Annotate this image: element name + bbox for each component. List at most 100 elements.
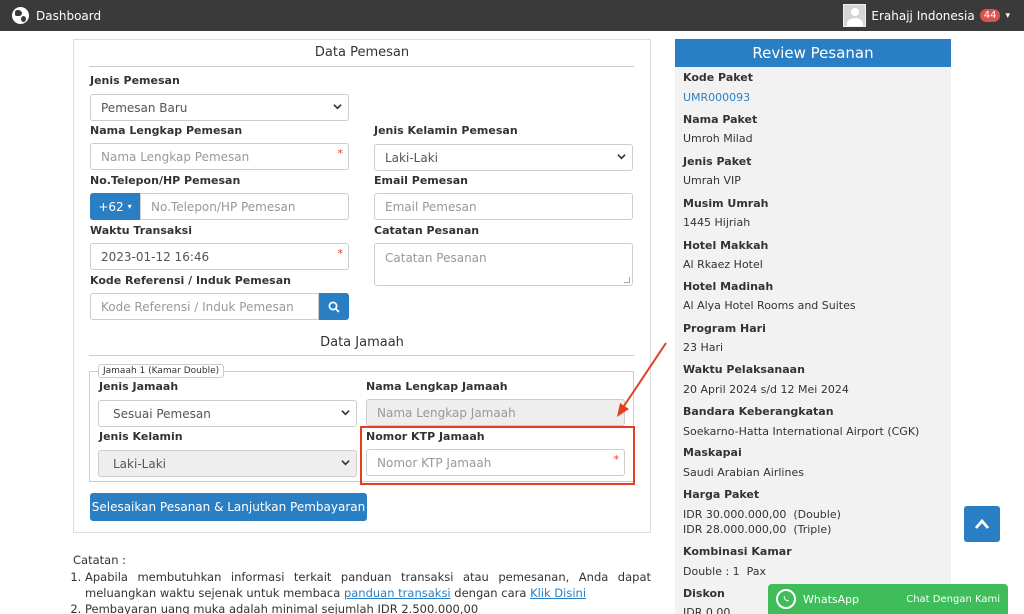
note-item-1: Apabila membutuhkan informasi terkait pa…	[85, 569, 651, 601]
maskapai-label: Maskapai	[683, 446, 742, 459]
review-panel: Review Pesanan Kode Paket UMR000093 Nama…	[675, 39, 951, 614]
hotel-madinah-value: Al Alya Hotel Rooms and Suites	[683, 299, 856, 312]
nomor-ktp-input[interactable]: Nomor KTP Jamaah *	[366, 449, 625, 476]
jenis-paket-label: Jenis Paket	[683, 155, 752, 168]
avatar	[843, 4, 867, 27]
program-hari-label: Program Hari	[683, 322, 766, 335]
maskapai-value: Saudi Arabian Airlines	[683, 466, 804, 479]
chevron-down-icon	[341, 460, 350, 466]
jenis-jamaah-value: Sesuai Pemesan	[113, 406, 211, 421]
waktu-pelaksanaan-value: 20 April 2024 s/d 12 Mei 2024	[683, 383, 849, 396]
globe-icon	[12, 7, 29, 24]
note-2-text: Pembayaran uang muka adalah minimal seju…	[85, 602, 479, 614]
jenis-pemesan-value: Pemesan Baru	[101, 100, 188, 115]
jenis-kelamin-pemesan-select[interactable]: Laki-Laki	[374, 144, 633, 171]
user-menu[interactable]: Erahajj Indonesia 44 ▾	[843, 4, 1010, 27]
nama-lengkap-jamaah-input[interactable]: Nama Lengkap Jamaah	[366, 399, 625, 426]
jenis-kelamin-pemesan-label: Jenis Kelamin Pemesan	[374, 124, 518, 137]
jenis-kelamin-jamaah-select[interactable]: Laki-Laki	[98, 450, 357, 477]
waktu-transaksi-value: 2023-01-12 16:46	[101, 249, 210, 264]
notes-section: Catatan : Apabila membutuhkan informasi …	[73, 552, 651, 614]
hotel-makkah-label: Hotel Makkah	[683, 239, 769, 252]
harga-double-value: IDR 30.000.000,00 (Double)	[683, 508, 841, 521]
musim-umrah-label: Musim Umrah	[683, 197, 769, 210]
nama-lengkap-pemesan-input[interactable]: Nama Lengkap Pemesan *	[90, 143, 349, 170]
telepon-label: No.Telepon/HP Pemesan	[90, 174, 241, 187]
search-icon	[328, 301, 340, 313]
chat-dengan-kami-label: Chat Dengan Kami	[906, 593, 1000, 605]
resize-handle-icon	[624, 277, 630, 283]
whatsapp-chat-bar[interactable]: WhatsApp Chat Dengan Kami	[768, 584, 1008, 614]
email-label: Email Pemesan	[374, 174, 469, 187]
placeholder: No.Telepon/HP Pemesan	[151, 199, 296, 214]
search-button[interactable]	[319, 293, 349, 320]
nama-lengkap-jamaah-label: Nama Lengkap Jamaah	[366, 380, 508, 393]
jenis-kelamin-jamaah-label: Jenis Kelamin	[99, 430, 183, 443]
bandara-label: Bandara Keberangkatan	[683, 405, 834, 418]
country-code: +62	[98, 199, 124, 214]
dashboard-link[interactable]: Dashboard	[12, 7, 101, 24]
catatan-pesanan-label: Catatan Pesanan	[374, 224, 480, 237]
country-code-button[interactable]: +62 ▾	[90, 193, 140, 220]
top-bar: Dashboard Erahajj Indonesia 44 ▾	[0, 0, 1024, 31]
klik-disini-link[interactable]: Klik Disini	[530, 586, 586, 600]
email-input[interactable]: Email Pemesan	[374, 193, 633, 220]
chevron-up-icon	[974, 518, 990, 529]
chevron-down-icon	[617, 154, 626, 160]
catatan-pesanan-textarea[interactable]: Catatan Pesanan	[374, 243, 633, 286]
waktu-pelaksanaan-label: Waktu Pelaksanaan	[683, 363, 805, 376]
kombinasi-kamar-label: Kombinasi Kamar	[683, 545, 792, 558]
kode-paket-link[interactable]: UMR000093	[683, 91, 750, 104]
kode-referensi-label: Kode Referensi / Induk Pemesan	[90, 274, 291, 287]
divider	[89, 66, 634, 67]
note-1-mid: dengan cara	[454, 586, 527, 600]
hotel-madinah-label: Hotel Madinah	[683, 280, 774, 293]
placeholder: Nomor KTP Jamaah	[377, 455, 492, 470]
diskon-label: Diskon	[683, 587, 725, 600]
jenis-paket-value: Umrah VIP	[683, 174, 741, 187]
jenis-pemesan-label: Jenis Pemesan	[90, 74, 180, 87]
kode-referensi-input[interactable]: Kode Referensi / Induk Pemesan	[90, 293, 319, 320]
data-pemesan-title: Data Pemesan	[314, 45, 410, 60]
program-hari-value: 23 Hari	[683, 341, 724, 354]
diskon-value: IDR 0,00	[683, 606, 731, 614]
caret-down-icon: ▾	[127, 202, 132, 211]
chevron-down-icon	[333, 104, 342, 110]
harga-paket-label: Harga Paket	[683, 488, 760, 501]
jamaah-legend: Jamaah 1 (Kamar Double)	[98, 364, 225, 378]
panduan-transaksi-link[interactable]: panduan transaksi	[344, 586, 451, 600]
required-marker: *	[337, 247, 344, 260]
data-jamaah-title: Data Jamaah	[320, 335, 404, 350]
whatsapp-icon	[776, 589, 796, 609]
jenis-kelamin-value: Laki-Laki	[385, 150, 438, 165]
kombinasi-kamar-value: Double : 1 Pax	[683, 565, 767, 578]
telepon-input[interactable]: No.Telepon/HP Pemesan	[140, 193, 349, 220]
jenis-pemesan-select[interactable]: Pemesan Baru	[90, 94, 349, 121]
chevron-down-icon	[341, 410, 350, 416]
required-marker: *	[337, 147, 344, 160]
note-item-2: Pembayaran uang muka adalah minimal seju…	[85, 601, 651, 614]
jenis-jamaah-label: Jenis Jamaah	[99, 380, 179, 393]
chevron-down-icon: ▾	[1005, 10, 1010, 21]
jenis-jamaah-select[interactable]: Sesuai Pemesan	[98, 400, 357, 427]
kode-paket-label: Kode Paket	[683, 71, 753, 84]
nama-paket-label: Nama Paket	[683, 113, 758, 126]
required-marker: *	[613, 453, 620, 466]
dashboard-title: Dashboard	[36, 8, 102, 23]
scroll-to-top-button[interactable]	[964, 506, 1000, 542]
submit-order-button[interactable]: Selesaikan Pesanan & Lanjutkan Pembayara…	[90, 493, 367, 521]
nama-lengkap-pemesan-label: Nama Lengkap Pemesan	[90, 124, 243, 137]
placeholder: Kode Referensi / Induk Pemesan	[101, 299, 294, 314]
jenis-kelamin-jamaah-value: Laki-Laki	[113, 456, 166, 471]
placeholder: Catatan Pesanan	[385, 251, 487, 265]
annotation-arrow-icon	[617, 342, 667, 417]
nama-paket-value: Umroh Milad	[683, 132, 753, 145]
notification-badge: 44	[979, 9, 1001, 22]
notes-heading: Catatan :	[73, 553, 127, 567]
whatsapp-label: WhatsApp	[803, 592, 860, 606]
review-title: Review Pesanan	[675, 39, 951, 67]
waktu-transaksi-input[interactable]: 2023-01-12 16:46 *	[90, 243, 349, 270]
placeholder: Nama Lengkap Pemesan	[101, 149, 250, 164]
bandara-value: Soekarno-Hatta International Airport (CG…	[683, 425, 920, 438]
harga-triple-value: IDR 28.000.000,00 (Triple)	[683, 523, 832, 536]
